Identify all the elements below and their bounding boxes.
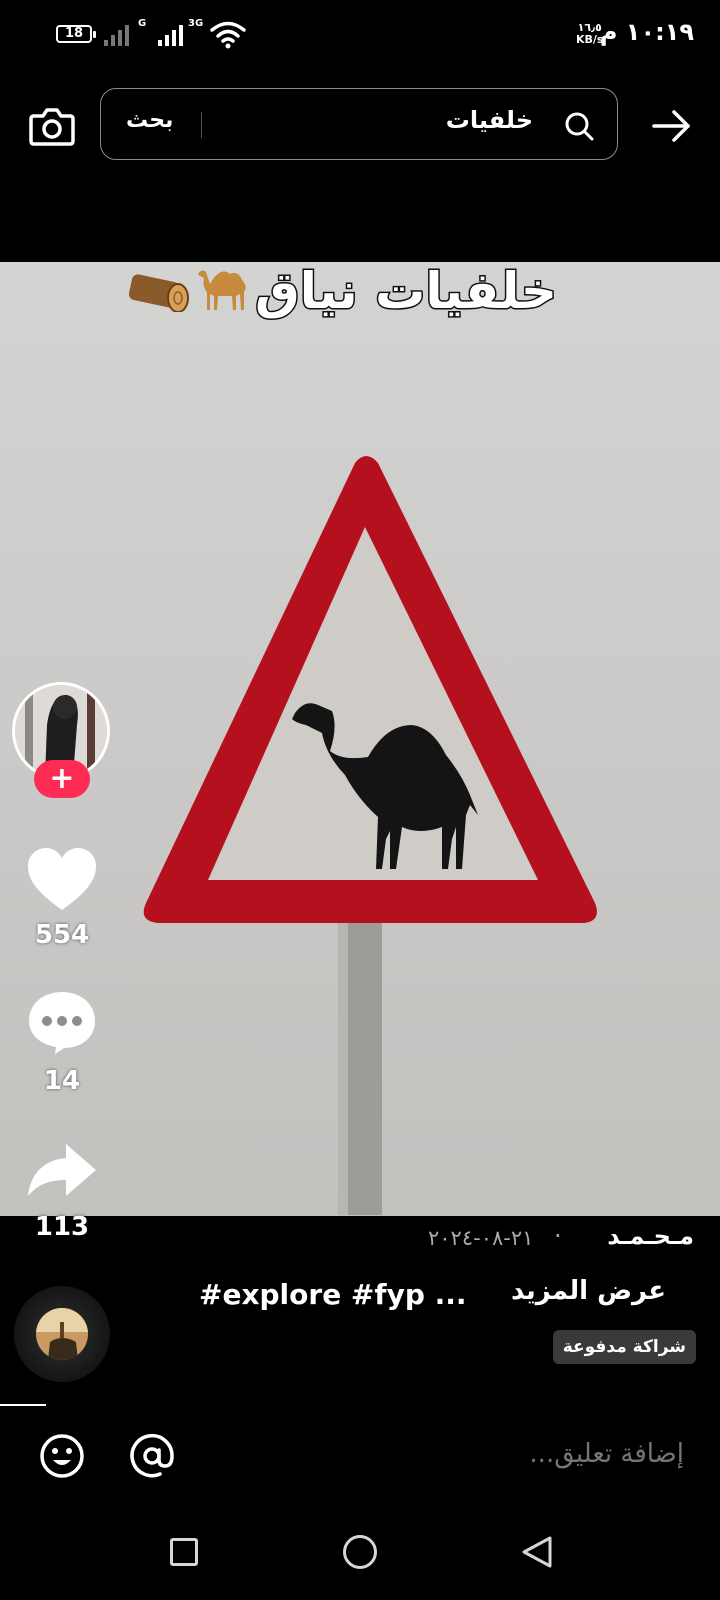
see-more-link[interactable]: عرض المزيد: [511, 1276, 666, 1306]
video-overlay-title: خلفيات نياق: [254, 261, 558, 322]
separator-dot: ·: [554, 1222, 562, 1250]
search-divider: [201, 112, 202, 138]
signal-icon: [158, 25, 183, 46]
search-button[interactable]: بحث: [126, 108, 173, 133]
search-icon: [565, 112, 594, 141]
share-icon[interactable]: [26, 1140, 98, 1200]
comment-input[interactable]: [382, 1438, 686, 1470]
mention-icon[interactable]: [128, 1432, 176, 1480]
recents-button[interactable]: [170, 1538, 198, 1566]
post-date: ٢١-٠٨-٢٠٢٤: [428, 1226, 534, 1250]
search-bar[interactable]: [100, 88, 618, 160]
comment-count: 14: [43, 1066, 81, 1096]
caption-hashtags[interactable]: #explore #fyp ...: [199, 1278, 467, 1311]
wifi-icon: [210, 21, 246, 49]
status-bar: 18 G 3G ١٦٫٥ KB/s ١٠:١٩ م: [0, 0, 720, 70]
camel-warning-sign: [143, 456, 597, 1215]
plus-icon: +: [49, 761, 75, 796]
network-type-label: G: [138, 18, 147, 29]
home-button[interactable]: [343, 1535, 377, 1569]
signal-icon: [104, 25, 129, 46]
author-name[interactable]: مـحـمـد: [607, 1222, 694, 1250]
camel-emoji-icon: [198, 270, 246, 310]
wood-log-icon: [128, 274, 189, 312]
back-arrow-icon[interactable]: [650, 104, 694, 148]
paid-partnership-badge: شراكة مدفوعة: [552, 1330, 696, 1364]
search-input[interactable]: خلفيات: [446, 106, 533, 134]
comment-icon[interactable]: [27, 990, 97, 1056]
music-cover-image: [36, 1308, 88, 1360]
share-count: 113: [34, 1212, 90, 1242]
like-count: 554: [34, 920, 90, 950]
video-progress-bar[interactable]: [0, 1404, 46, 1406]
camera-icon[interactable]: [28, 104, 76, 148]
heart-icon[interactable]: [26, 846, 98, 912]
network-type-label: 3G: [188, 18, 204, 29]
emoji-icon[interactable]: [38, 1432, 86, 1480]
clock: ١٠:١٩ م: [599, 18, 694, 46]
battery-indicator: 18: [56, 25, 96, 43]
nav-back-icon[interactable]: [520, 1534, 554, 1570]
music-disc-thumbnail: [36, 1308, 88, 1360]
